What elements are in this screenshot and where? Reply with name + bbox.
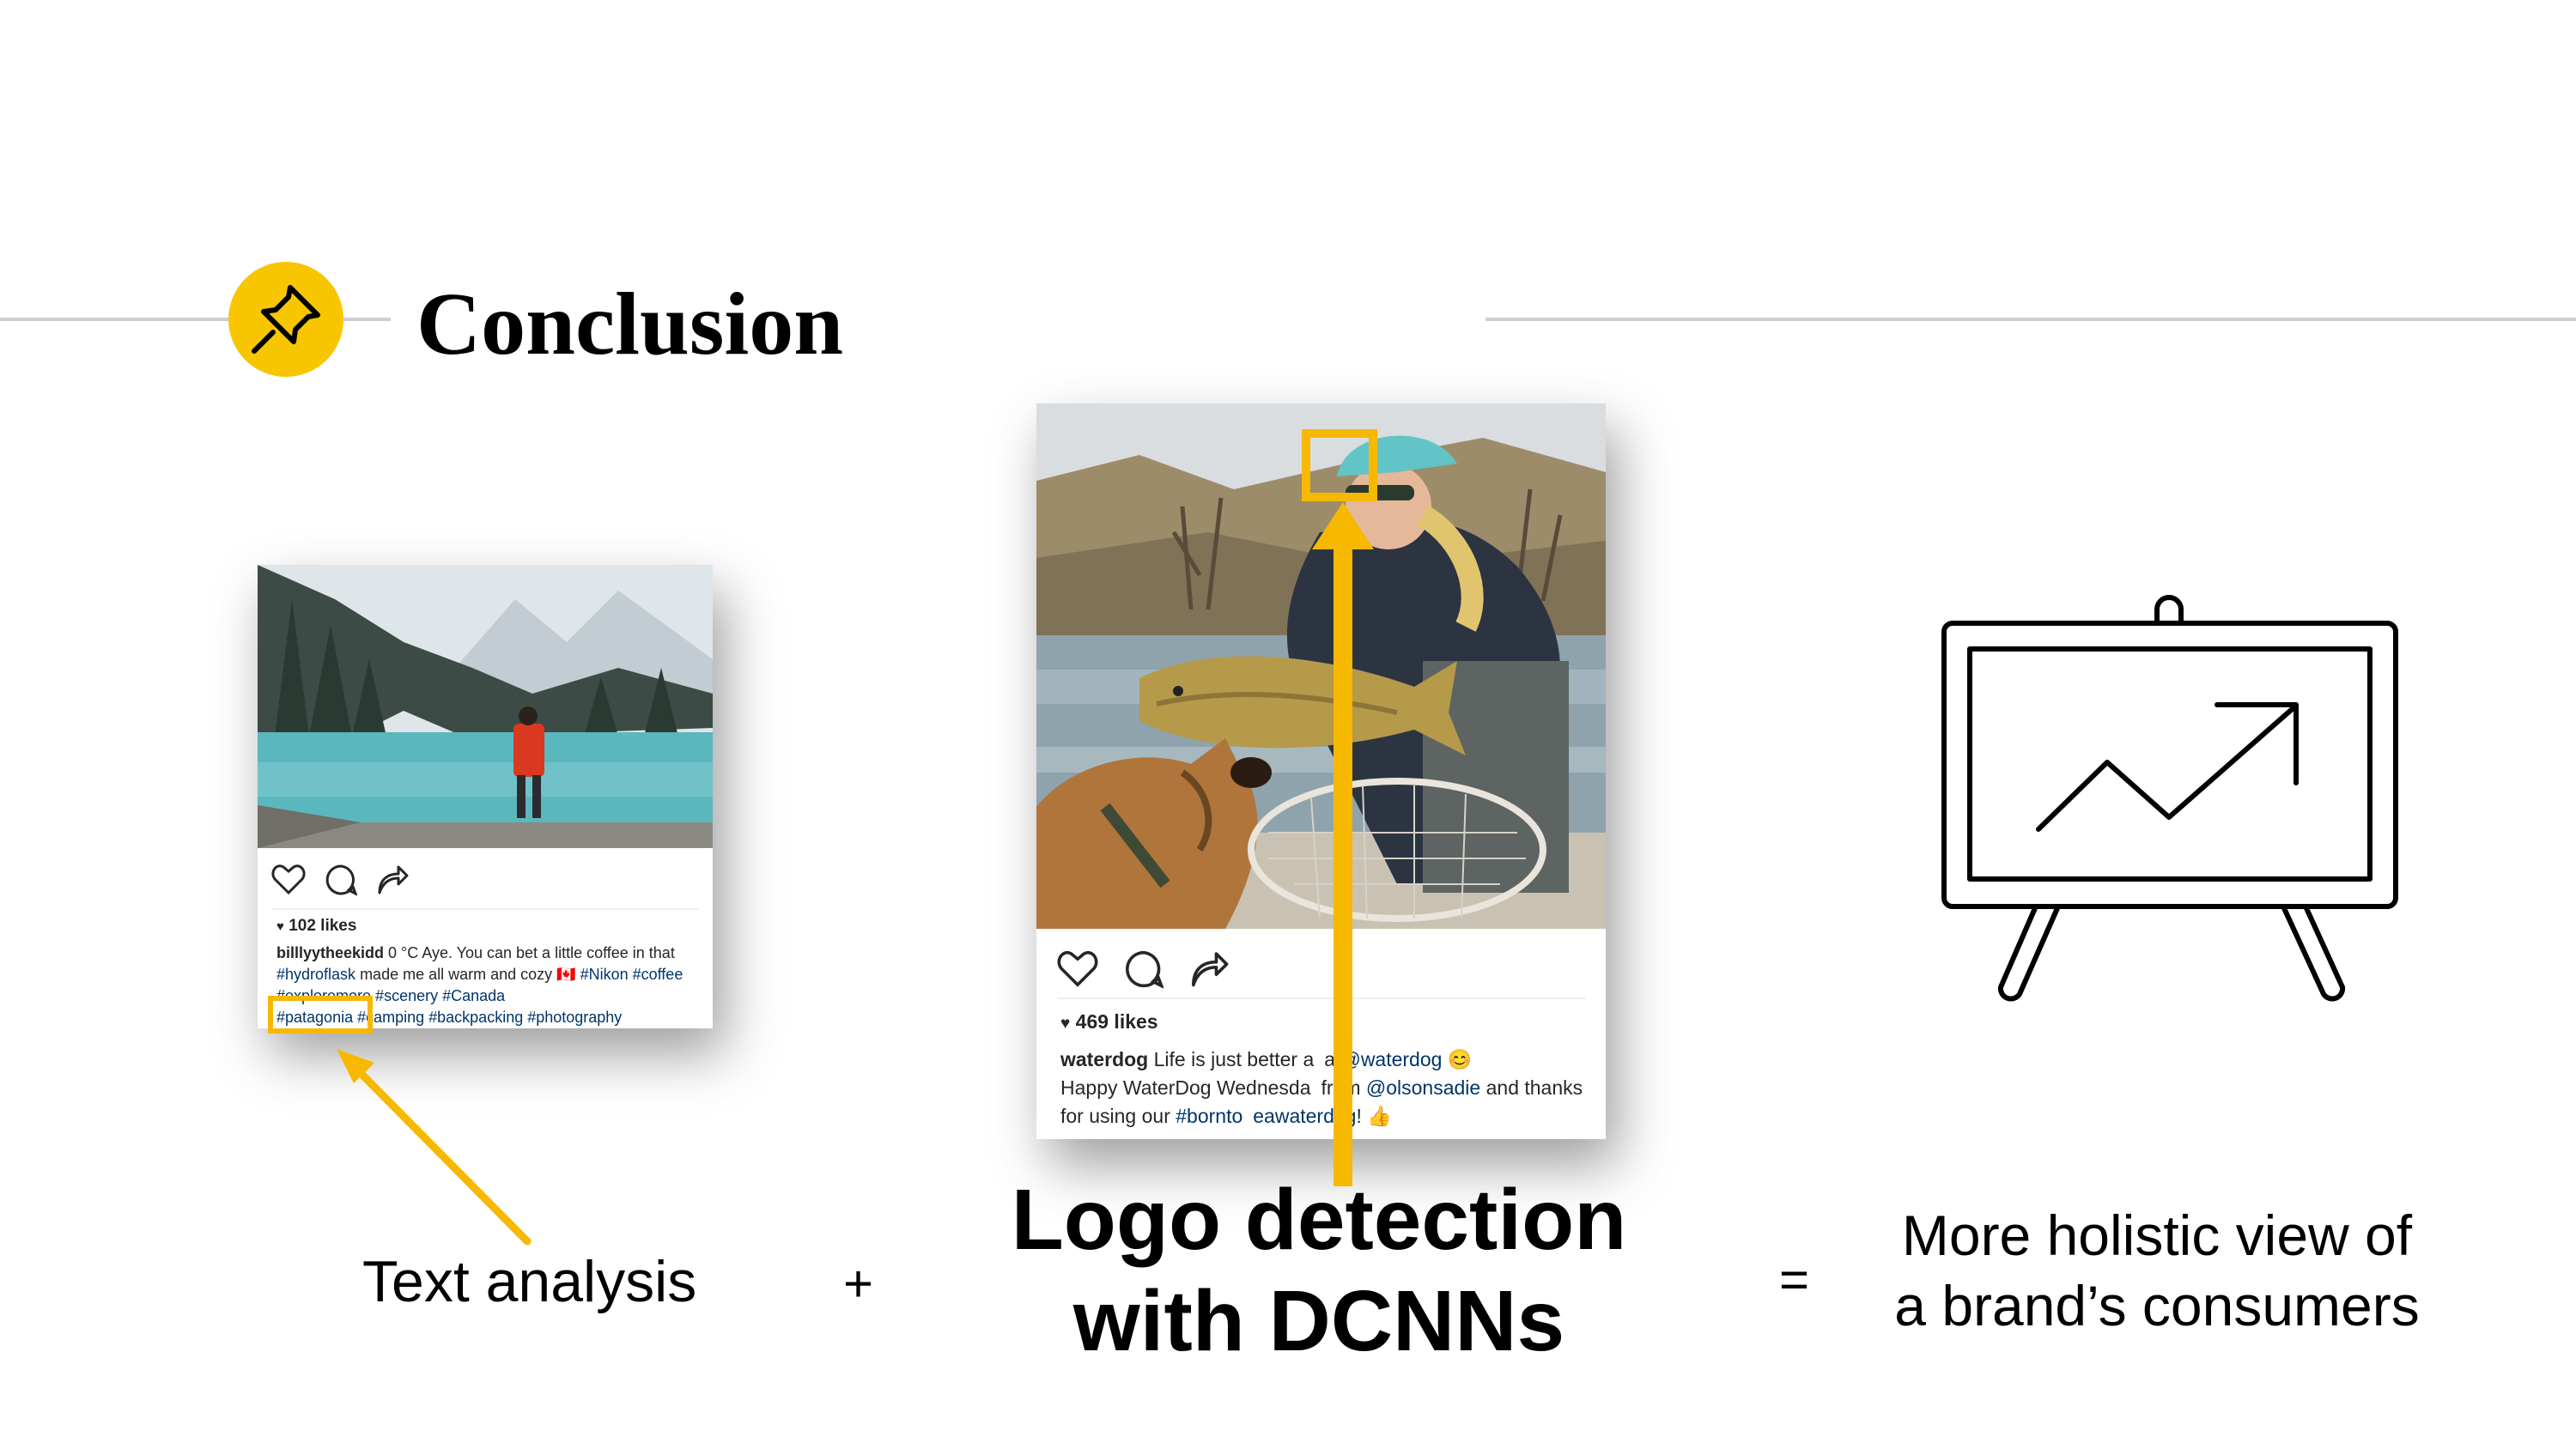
likes-count: ♥ 102 likes [276,917,357,935]
logo-highlight-box [1302,429,1377,501]
comment-icon[interactable] [325,864,357,896]
slide-title: Conclusion [416,275,844,373]
hashtag-link[interactable]: eawaterdog [1253,1105,1356,1127]
hashtag-link[interactable]: #hydroflask [276,966,355,983]
post-actions [271,864,409,896]
hashtag-link[interactable]: #camping #backpacking #photography [353,1009,622,1026]
post-divider [271,908,699,910]
plus-sign: + [843,1255,874,1313]
instagram-post-right: ♥ 469 likes waterdog Life is just better… [1036,403,1606,1139]
comment-icon[interactable] [1124,949,1163,989]
post-photo-lake [258,565,713,848]
instagram-post-left: ♥ 102 likes billlyytheekidd 0 °C Aye. Yo… [258,565,713,1028]
mention-link[interactable]: @olsonsadie [1366,1076,1480,1099]
share-icon[interactable] [1189,949,1229,989]
pushpin-icon [228,262,343,377]
label-logo-detection: Logo detection with DCNNs [1011,1172,1627,1369]
label-text-analysis: Text analysis [362,1249,697,1314]
text-analysis-arrow [337,1049,532,1246]
heart-icon[interactable] [1057,949,1098,989]
heart-small-icon: ♥ [1060,1015,1071,1033]
equals-sign: = [1779,1251,1810,1308]
mention-link[interactable]: @waterdog [1340,1048,1442,1070]
post-username[interactable]: billlyytheekidd [276,944,384,961]
post-username[interactable]: waterdog [1060,1048,1148,1070]
label-holistic-view: More holistic view of a brand’s consumer… [1894,1203,2420,1337]
post-caption: waterdog Life is just better aa @waterdo… [1060,1048,1583,1127]
share-icon[interactable] [376,864,409,896]
heart-icon[interactable] [271,864,306,896]
header-rule-right [1485,318,2576,321]
likes-count: ♥ 469 likes [1060,1010,1158,1033]
post-divider [1057,997,1586,999]
hashtag-link[interactable]: #bornto [1176,1105,1242,1127]
hashtag-highlight-box [268,996,373,1034]
presentation-easel-chart-icon [1932,584,2413,1013]
heart-small-icon: ♥ [276,919,284,934]
post-actions [1057,949,1229,989]
